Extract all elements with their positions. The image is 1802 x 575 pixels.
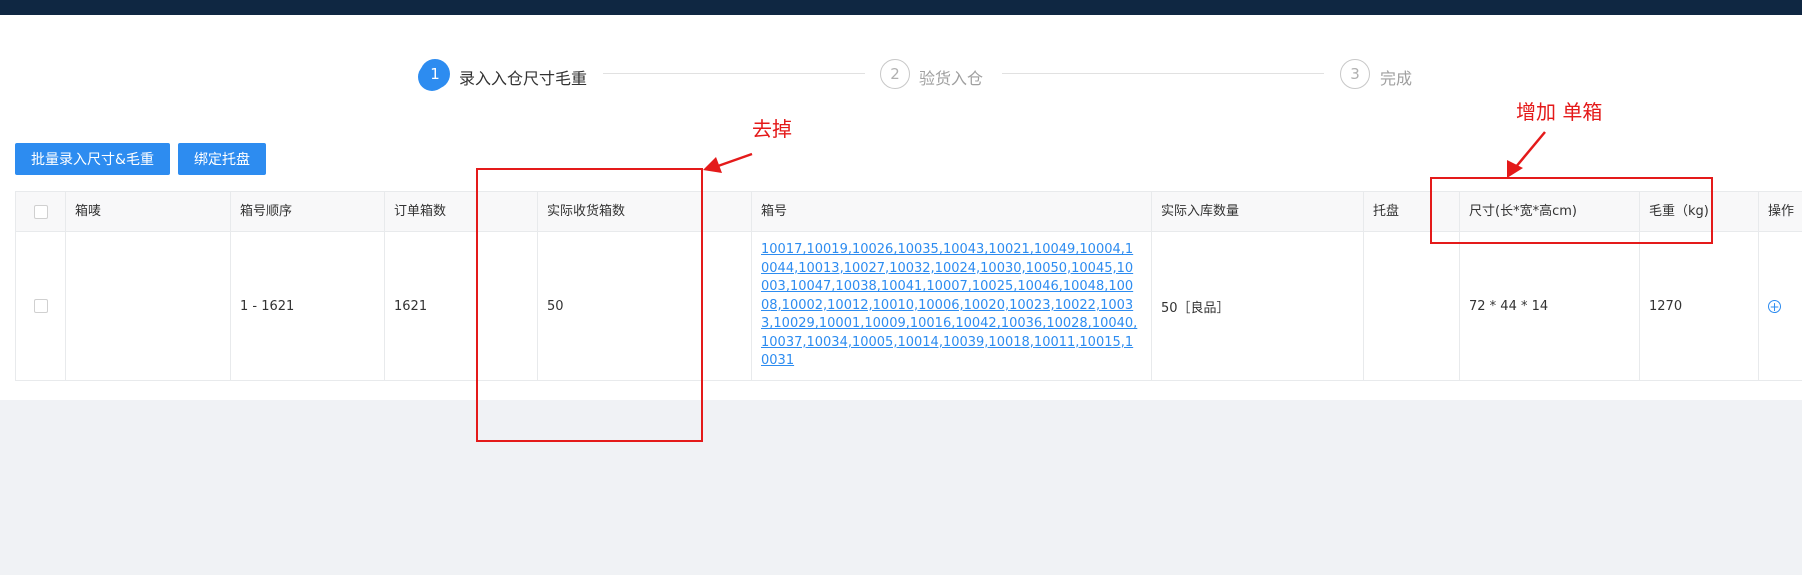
cell-pallet [1364, 232, 1460, 380]
bind-pallet-button[interactable]: 绑定托盘 [178, 143, 266, 175]
header-box-sequence: 箱号顺序 [231, 192, 385, 231]
step-2-label: 验货入仓 [919, 69, 984, 88]
annotation-remove-text: 去掉 [752, 117, 792, 141]
cell-box-sequence: 1 - 1621 [231, 232, 385, 380]
step-3-circle: 3 [1340, 59, 1370, 89]
step-connector [603, 73, 865, 74]
cell-size: 72 * 44 * 14 [1460, 232, 1640, 380]
header-stock-qty: 实际入库数量 [1152, 192, 1364, 231]
annotation-remove-box [476, 168, 703, 442]
top-navbar [0, 0, 1802, 15]
steps-bar: 1 录入入仓尺寸毛重 2 验货入仓 3 完成 [0, 15, 1802, 105]
table-row: 1 - 1621 1621 50 10017,10019,10026,10035… [16, 232, 1802, 380]
select-all-checkbox[interactable] [33, 204, 48, 219]
row-checkbox[interactable] [33, 299, 48, 313]
add-icon[interactable]: + [1768, 299, 1781, 313]
header-action: 操作 [1768, 204, 1795, 219]
header-mark: 箱唛 [66, 192, 231, 231]
step-connector [1002, 73, 1324, 74]
step-1-circle: 1 [420, 59, 450, 89]
batch-input-size-weight-button[interactable]: 批量录入尺寸&毛重 [15, 143, 170, 175]
step-3-label: 完成 [1380, 69, 1413, 88]
header-select-all-cell [16, 192, 66, 231]
cell-stock-qty: 50［良品］ [1152, 232, 1364, 380]
row-select-cell [16, 232, 66, 380]
annotation-add-text: 增加 单箱 [1516, 100, 1603, 124]
cell-box-numbers: 10017,10019,10026,10035,10043,10021,1004… [752, 232, 1152, 380]
step-1-label: 录入入仓尺寸毛重 [459, 69, 588, 88]
cell-weight: 1270 [1640, 232, 1759, 380]
step-2-circle: 2 [880, 59, 910, 89]
annotation-add-box [1430, 177, 1713, 244]
cell-action: + [1759, 232, 1802, 380]
cell-mark [66, 232, 231, 380]
box-numbers-link[interactable]: 10017,10019,10026,10035,10043,10021,1004… [761, 241, 1141, 371]
header-box-numbers: 箱号 [752, 192, 1152, 231]
